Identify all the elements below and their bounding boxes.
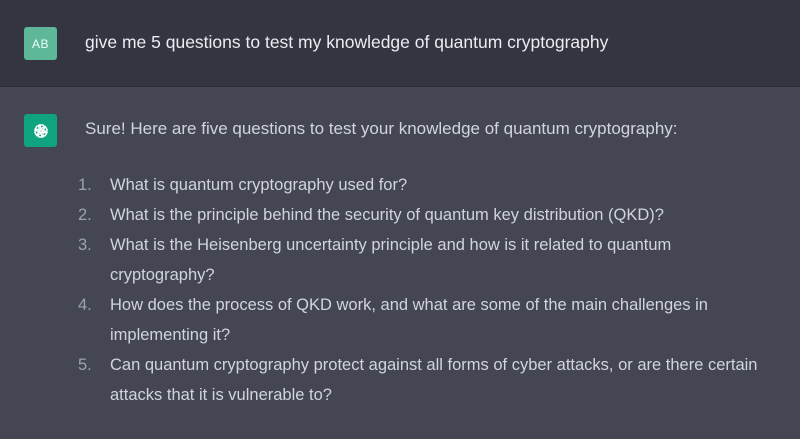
- list-item-text: What is the Heisenberg uncertainty princ…: [110, 236, 672, 284]
- openai-logo-icon: [33, 123, 48, 138]
- list-item-number: 4.: [78, 296, 92, 314]
- list-item: 3. What is the Heisenberg uncertainty pr…: [70, 230, 770, 290]
- assistant-message-row: Sure! Here are five questions to test yo…: [0, 87, 800, 439]
- list-item-text: What is the principle behind the securit…: [110, 206, 664, 224]
- user-message-row: AB give me 5 questions to test my knowle…: [0, 0, 800, 87]
- user-message-text: give me 5 questions to test my knowledge…: [85, 32, 609, 52]
- list-item-number: 1.: [78, 176, 92, 194]
- list-item-text: How does the process of QKD work, and wh…: [110, 296, 708, 344]
- list-item-number: 3.: [78, 236, 92, 254]
- list-item-text: What is quantum cryptography used for?: [110, 176, 408, 194]
- list-item: 2. What is the principle behind the secu…: [70, 200, 770, 230]
- list-item: 5. Can quantum cryptography protect agai…: [70, 350, 770, 410]
- list-item-text: Can quantum cryptography protect against…: [110, 356, 758, 404]
- assistant-avatar: [24, 114, 57, 147]
- list-item: 4. How does the process of QKD work, and…: [70, 290, 770, 350]
- question-list: 1. What is quantum cryptography used for…: [70, 170, 770, 410]
- list-item-number: 5.: [78, 356, 92, 374]
- user-avatar: AB: [24, 27, 57, 60]
- assistant-intro-text: Sure! Here are five questions to test yo…: [85, 119, 678, 138]
- list-item: 1. What is quantum cryptography used for…: [70, 170, 770, 200]
- list-item-number: 2.: [78, 206, 92, 224]
